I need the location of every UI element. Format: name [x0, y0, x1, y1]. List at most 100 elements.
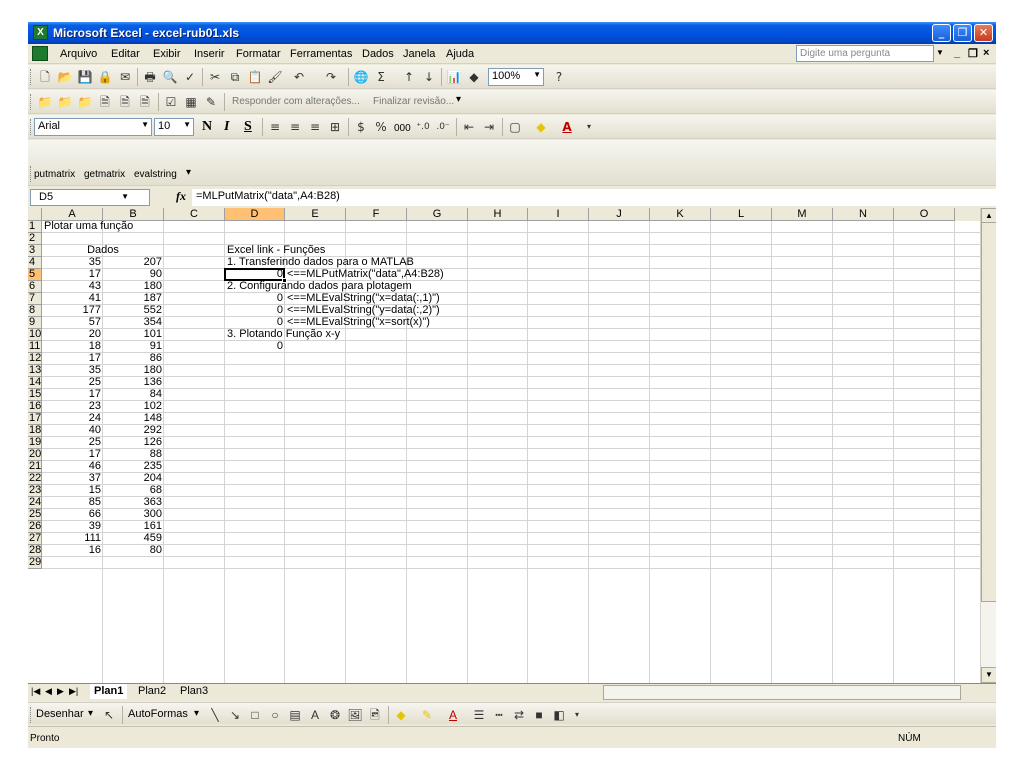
cell-a23[interactable]: 15: [44, 485, 101, 496]
column-header-d[interactable]: D: [225, 208, 285, 221]
review-icon-2[interactable]: 📁: [56, 93, 74, 111]
menu-janela[interactable]: Janela: [403, 48, 435, 60]
cell-a20[interactable]: 17: [44, 449, 101, 460]
line-style-icon[interactable]: ☰: [470, 706, 488, 724]
review-icon-9[interactable]: ✎: [202, 93, 220, 111]
cell-a27[interactable]: 111: [44, 533, 101, 544]
name-box[interactable]: D5 ▼: [30, 189, 150, 206]
cell-b28[interactable]: 80: [105, 545, 162, 556]
increase-indent-icon[interactable]: ⇥: [480, 118, 498, 136]
cell-b20[interactable]: 88: [105, 449, 162, 460]
cell-a28[interactable]: 16: [44, 545, 101, 556]
menu-exibir[interactable]: Exibir: [153, 48, 181, 60]
fill-handle[interactable]: [282, 278, 287, 283]
draw-dropdown-icon[interactable]: ▾: [88, 708, 93, 719]
bold-button[interactable]: N: [202, 119, 212, 135]
cell-e9[interactable]: <==MLEvalString("x=sort(x)"): [287, 317, 430, 328]
cell-b10[interactable]: 101: [105, 329, 162, 340]
draw-menu-button[interactable]: Desenhar: [36, 708, 84, 720]
arrow-style-icon[interactable]: ⇄: [510, 706, 528, 724]
arrow-icon[interactable]: ↘: [226, 706, 244, 724]
cell-b5[interactable]: 90: [105, 269, 162, 280]
column-header-l[interactable]: L: [711, 208, 772, 221]
dash-style-icon[interactable]: ┅: [490, 706, 508, 724]
name-box-dropdown-icon[interactable]: ▼: [121, 192, 129, 201]
scroll-thumb[interactable]: [981, 222, 996, 602]
cell-a8[interactable]: 177: [44, 305, 101, 316]
cell-a13[interactable]: 35: [44, 365, 101, 376]
cell-a16[interactable]: 23: [44, 401, 101, 412]
menu-formatar[interactable]: Formatar: [236, 48, 281, 60]
cell-d6[interactable]: 2. Configurando dados para plotagem: [227, 281, 412, 292]
font-color-icon[interactable]: A: [444, 706, 462, 724]
decrease-decimal-icon[interactable]: .0⁻: [434, 118, 452, 136]
toolbar-options-icon[interactable]: ▾: [186, 167, 191, 178]
review-icon-5[interactable]: 🗎: [116, 93, 134, 111]
cell-a3[interactable]: Dados: [44, 245, 162, 256]
cell-d10[interactable]: 3. Plotando Função x-y: [227, 329, 340, 340]
sheet-tab-plan2[interactable]: Plan2: [134, 684, 170, 699]
cell-b4[interactable]: 207: [105, 257, 162, 268]
help-dropdown-icon[interactable]: ▼: [936, 48, 944, 57]
rectangle-icon[interactable]: □: [246, 706, 264, 724]
column-header-j[interactable]: J: [589, 208, 650, 221]
undo-icon[interactable]: ↶: [290, 68, 308, 86]
open-icon[interactable]: 📂: [56, 68, 74, 86]
cell-e7[interactable]: <==MLEvalString("x=data(:,1)"): [287, 293, 440, 304]
horizontal-scrollbar[interactable]: [603, 685, 961, 700]
review-icon-4[interactable]: 🗎: [96, 93, 114, 111]
cell-b19[interactable]: 126: [105, 437, 162, 448]
cell-a19[interactable]: 25: [44, 437, 101, 448]
permission-icon[interactable]: 🔒: [96, 68, 114, 86]
comma-style-button[interactable]: 000: [394, 123, 411, 134]
format-painter-icon[interactable]: 🖌: [266, 68, 284, 86]
3d-icon[interactable]: ◧: [550, 706, 568, 724]
clipart-icon[interactable]: 🖼: [346, 706, 364, 724]
zoom-select[interactable]: 100% ▼: [488, 68, 544, 86]
menu-dados[interactable]: Dados: [362, 48, 394, 60]
doc-restore-icon[interactable]: ❐: [968, 47, 978, 60]
cell-a7[interactable]: 41: [44, 293, 101, 304]
chart-wizard-icon[interactable]: 📊: [445, 68, 463, 86]
reply-with-changes-button[interactable]: Responder com alterações...: [232, 96, 360, 107]
paste-icon[interactable]: 📋: [246, 68, 264, 86]
merge-center-icon[interactable]: ⊞: [326, 118, 344, 136]
column-header-m[interactable]: M: [772, 208, 833, 221]
increase-decimal-icon[interactable]: ⁺.0: [414, 118, 432, 136]
cell-a25[interactable]: 66: [44, 509, 101, 520]
print-icon[interactable]: 🖶: [141, 68, 159, 86]
menu-ferramentas[interactable]: Ferramentas: [290, 48, 352, 60]
fill-color-icon[interactable]: ◆: [532, 118, 550, 136]
sheet-tab-plan3[interactable]: Plan3: [176, 684, 212, 699]
review-icon-8[interactable]: ▦: [182, 93, 200, 111]
column-header-h[interactable]: H: [468, 208, 528, 221]
first-sheet-icon[interactable]: |◀: [31, 686, 40, 697]
email-icon[interactable]: ✉: [116, 68, 134, 86]
decrease-indent-icon[interactable]: ⇤: [460, 118, 478, 136]
end-review-button[interactable]: Finalizar revisão...: [373, 96, 454, 107]
column-header-k[interactable]: K: [650, 208, 711, 221]
sort-ascending-icon[interactable]: ↑: [400, 68, 418, 86]
evalstring-button[interactable]: evalstring: [134, 169, 177, 180]
menu-arquivo[interactable]: Arquivo: [60, 48, 97, 60]
cell-a24[interactable]: 85: [44, 497, 101, 508]
currency-icon[interactable]: $: [352, 118, 370, 136]
column-header-f[interactable]: F: [346, 208, 407, 221]
close-icon[interactable]: ✕: [974, 24, 993, 42]
cell-d7[interactable]: 0: [227, 293, 283, 304]
percent-icon[interactable]: %: [372, 118, 390, 136]
review-icon-6[interactable]: 🗎: [136, 93, 154, 111]
cell-d11[interactable]: 0: [227, 341, 283, 352]
fill-color-icon[interactable]: ◆: [392, 706, 410, 724]
cell-a1[interactable]: Plotar uma função: [44, 221, 133, 232]
copy-icon[interactable]: ⧉: [226, 68, 244, 86]
shadow-icon[interactable]: ■: [530, 706, 548, 724]
italic-button[interactable]: I: [224, 119, 229, 135]
toolbar-options-icon[interactable]: ▾: [568, 706, 586, 724]
align-center-icon[interactable]: ≡: [286, 118, 304, 136]
cell-a5[interactable]: 17: [44, 269, 101, 280]
oval-icon[interactable]: ○: [266, 706, 284, 724]
doc-minimize-icon[interactable]: _: [954, 47, 960, 59]
cell-b24[interactable]: 363: [105, 497, 162, 508]
cell-b13[interactable]: 180: [105, 365, 162, 376]
